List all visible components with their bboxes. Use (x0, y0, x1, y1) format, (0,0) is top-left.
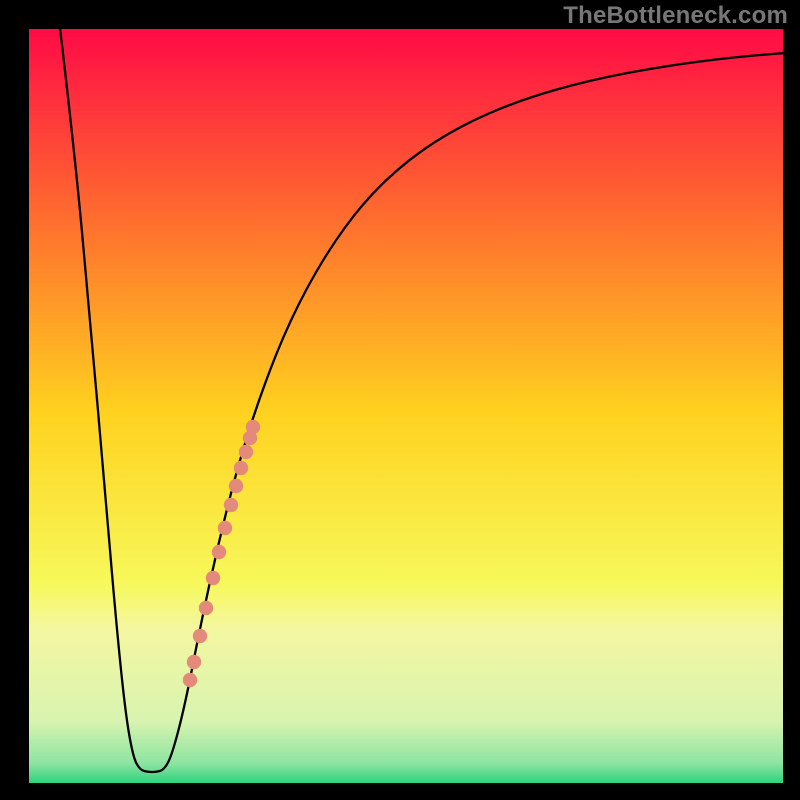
marker-dot (206, 571, 220, 585)
marker-dot (224, 498, 238, 512)
gradient-panel (28, 28, 798, 798)
marker-dot (246, 420, 260, 434)
marker-dot (229, 479, 243, 493)
marker-dot (193, 629, 207, 643)
marker-dot (199, 601, 213, 615)
watermark-label: TheBottleneck.com (563, 2, 788, 30)
marker-dot (187, 655, 201, 669)
marker-dot (234, 461, 248, 475)
marker-dot (212, 545, 226, 559)
chart-container: TheBottleneck.com (0, 0, 800, 800)
marker-dot (183, 673, 197, 687)
marker-dot (239, 445, 253, 459)
marker-dot (218, 521, 232, 535)
chart-svg (0, 0, 800, 800)
